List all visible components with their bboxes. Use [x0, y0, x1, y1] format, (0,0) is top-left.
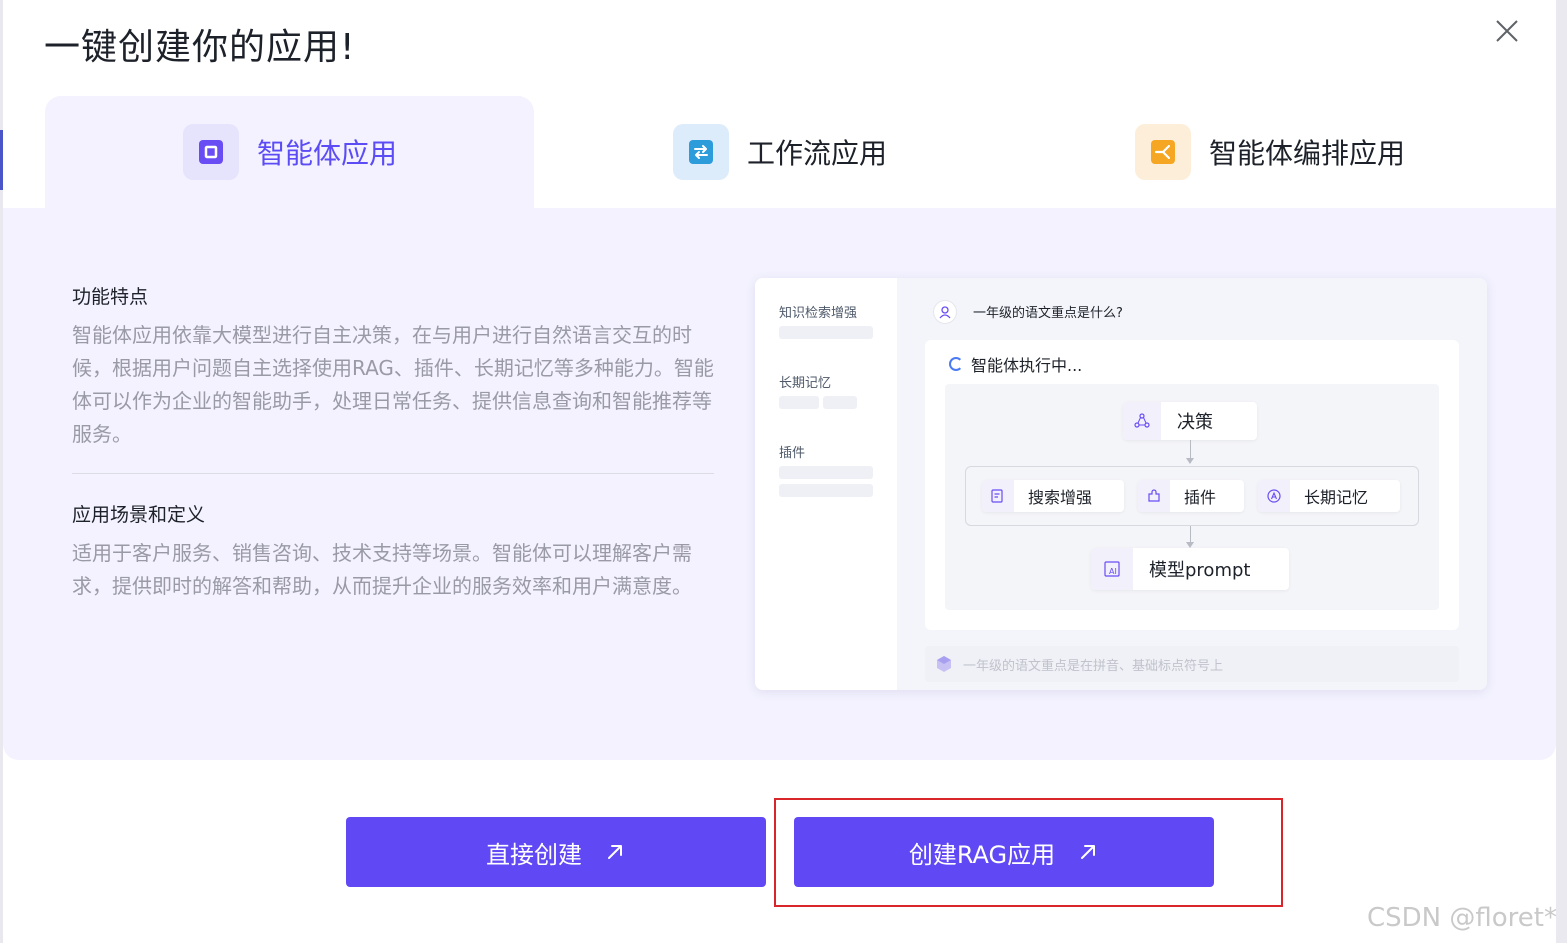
- tab-workflow-app[interactable]: 工作流应用: [673, 96, 1033, 208]
- arrow-up-right-icon: [608, 845, 622, 859]
- close-button[interactable]: [1492, 16, 1522, 46]
- ai-prompt-icon: AI: [1091, 548, 1133, 590]
- plugin-node: 插件: [1138, 480, 1244, 512]
- memory-icon: [1258, 480, 1290, 512]
- agent-app-icon: [183, 124, 239, 180]
- node-label: 决策: [1177, 412, 1213, 433]
- search-doc-icon: [982, 480, 1014, 512]
- dialog-title: 一键创建你的应用!: [44, 27, 356, 68]
- watermark: CSDN @floret*: [1367, 903, 1557, 933]
- preview-sidebar-item: 长期记忆: [779, 376, 832, 391]
- tab-agent-app[interactable]: 智能体应用: [45, 96, 534, 208]
- button-label: 直接创建: [486, 840, 582, 869]
- divider: [72, 473, 714, 474]
- tab-label: 工作流应用: [747, 137, 888, 170]
- connector-arrow: [1186, 458, 1194, 464]
- loading-icon: [949, 357, 963, 371]
- node-label: 插件: [1184, 488, 1217, 507]
- tab-label: 智能体应用: [257, 137, 398, 170]
- decision-node: 决策: [1123, 402, 1257, 440]
- features-title: 功能特点: [72, 286, 149, 308]
- assistant-logo-icon: [937, 656, 951, 672]
- node-label: 搜索增强: [1028, 488, 1093, 507]
- scenarios-title: 应用场景和定义: [72, 504, 206, 526]
- prompt-node: AI 模型prompt: [1091, 548, 1289, 590]
- description: 功能特点 智能体应用依靠大模型进行自主决策，在与用户进行自然语言交互的时候，根据…: [72, 282, 714, 603]
- answer-text: 一年级的语文重点是在拼音、基础标点符号上: [963, 658, 1224, 674]
- tab-agent-orchestration-app[interactable]: 智能体编排应用: [1135, 96, 1535, 208]
- node-label: 长期记忆: [1304, 488, 1369, 507]
- preview-sidebar-item: 插件: [779, 446, 806, 461]
- scenarios-body: 适用于客户服务、销售咨询、技术支持等场景。智能体可以理解客户需求，提供即时的解答…: [72, 541, 692, 598]
- preview-sidebar-item: 知识检索增强: [779, 306, 858, 321]
- preview-sidebar: 知识检索增强 长期记忆 插件: [755, 278, 897, 690]
- user-question: 一年级的语文重点是什么?: [973, 306, 1123, 321]
- placeholder-bar: [823, 396, 857, 409]
- direct-create-button[interactable]: 直接创建: [346, 817, 766, 887]
- execution-status: 智能体执行中...: [949, 352, 1082, 376]
- connector: [1190, 440, 1191, 460]
- tab-label: 智能体编排应用: [1209, 137, 1406, 170]
- user-icon: [939, 306, 951, 319]
- placeholder-bar: [779, 484, 873, 497]
- preview-illustration: 知识检索增强 长期记忆 插件 一年级的语文重点是什么? 智能体执行中... 决策…: [755, 278, 1487, 690]
- svg-text:AI: AI: [1109, 567, 1117, 576]
- highlight-annotation-box: [774, 798, 1283, 907]
- status-text: 智能体执行中...: [971, 356, 1083, 375]
- decision-icon: [1123, 402, 1161, 440]
- user-avatar: [933, 300, 957, 324]
- node-label: 模型prompt: [1149, 560, 1251, 581]
- placeholder-bar: [779, 396, 819, 409]
- close-icon: [1496, 20, 1518, 42]
- app-type-tabs: 智能体应用 工作流应用 智能体编排应用: [3, 96, 1556, 208]
- memory-node: 长期记忆: [1258, 480, 1400, 512]
- scrollbar-track[interactable]: [1556, 0, 1567, 943]
- agent-orchestration-icon: [1135, 124, 1191, 180]
- tab-content-panel: 功能特点 智能体应用依靠大模型进行自主决策，在与用户进行自然语言交互的时候，根据…: [3, 208, 1556, 760]
- features-body: 智能体应用依靠大模型进行自主决策，在与用户进行自然语言交互的时候，根据用户问题自…: [72, 323, 714, 446]
- flow-diagram: 决策 搜索增强 插件 长期记忆 AI 模型prompt: [945, 384, 1439, 610]
- placeholder-bar: [779, 466, 873, 479]
- answer-row: 一年级的语文重点是在拼音、基础标点符号上: [925, 646, 1459, 682]
- workflow-app-icon: [673, 124, 729, 180]
- plugin-icon: [1138, 480, 1170, 512]
- preview-chat: 一年级的语文重点是什么? 智能体执行中... 决策 搜索增强 插件 长期记忆 A…: [897, 278, 1487, 690]
- placeholder-bar: [779, 326, 873, 339]
- agent-execution-card: 智能体执行中... 决策 搜索增强 插件 长期记忆 AI 模型prompt: [925, 340, 1459, 630]
- search-node: 搜索增强: [982, 480, 1124, 512]
- capability-group: 搜索增强 插件 长期记忆: [965, 466, 1419, 526]
